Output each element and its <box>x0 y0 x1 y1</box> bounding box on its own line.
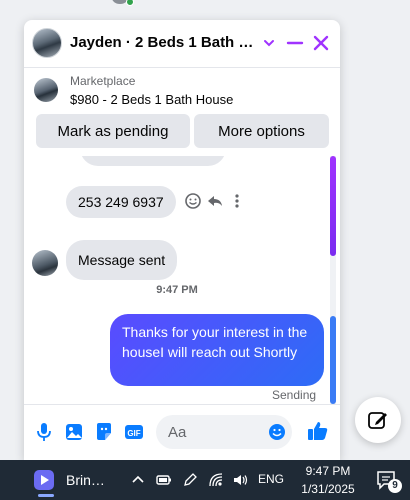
marketplace-label: Marketplace <box>70 74 136 88</box>
message-actions <box>184 192 254 212</box>
input-language[interactable]: ENG <box>258 472 284 486</box>
new-message-button[interactable] <box>355 397 401 443</box>
online-status-dot <box>126 0 134 6</box>
close-icon[interactable] <box>312 34 330 52</box>
message-text: Message sent <box>78 252 166 268</box>
pen-icon[interactable] <box>182 472 198 488</box>
sticker-icon[interactable] <box>94 421 114 443</box>
chevron-down-icon[interactable] <box>262 36 276 50</box>
gif-icon[interactable]: GIF <box>124 421 144 443</box>
listing-thumbnail[interactable] <box>34 78 58 102</box>
more-icon[interactable] <box>228 192 246 210</box>
active-app-indicator <box>38 494 54 497</box>
message-timestamp: 9:47 PM <box>156 284 198 296</box>
outgoing-message-bubble[interactable]: Thanks for your interest in the houseI w… <box>110 314 324 386</box>
message-composer: GIF <box>24 404 340 460</box>
clock-time: 9:47 PM <box>305 464 351 478</box>
minus-icon[interactable] <box>286 34 304 52</box>
app-name: Brin… <box>66 472 105 488</box>
scrollbar-track-highlight <box>330 316 336 404</box>
chevron-up-icon[interactable] <box>130 472 146 488</box>
message-bubble[interactable]: 253 249 6937 <box>66 186 176 218</box>
clock-date: 1/31/2025 <box>301 482 355 496</box>
chat-header[interactable]: Jayden · 2 Beds 1 Bath Ho… <box>24 20 340 68</box>
chat-avatar[interactable] <box>32 28 62 58</box>
app-icon <box>34 470 54 490</box>
message-list[interactable]: 253 249 6937 Message sent 9:47 PM Thanks… <box>24 156 340 404</box>
delivery-status: Sending <box>272 388 317 402</box>
message-text: 253 249 6937 <box>78 194 164 210</box>
clock[interactable]: 9:47 PM 1/31/2025 <box>296 462 360 498</box>
battery-icon[interactable] <box>156 472 172 488</box>
taskbar: Brin… ENG 9:47 PM 1/31/2025 9 <box>0 460 410 500</box>
message-bubble[interactable]: Message sent <box>66 240 178 280</box>
mark-as-pending-button[interactable]: Mark as pending <box>36 114 190 148</box>
smile-icon[interactable] <box>184 192 202 210</box>
scrollbar-thumb[interactable] <box>330 156 336 256</box>
reply-icon[interactable] <box>206 192 224 210</box>
volume-icon[interactable] <box>232 472 248 488</box>
image-icon[interactable] <box>64 421 84 443</box>
marketplace-listing[interactable]: Marketplace $980 - 2 Beds 1 Bath House <box>24 68 340 116</box>
sender-avatar[interactable] <box>32 250 58 276</box>
microphone-icon[interactable] <box>34 421 54 443</box>
chat-title[interactable]: Jayden · 2 Beds 1 Bath Ho… <box>70 34 256 51</box>
message-text: Thanks for your interest in the houseI w… <box>122 324 308 360</box>
taskbar-app[interactable]: Brin… <box>32 468 112 497</box>
listing-actions: Mark as pending More options <box>24 112 340 152</box>
listing-title[interactable]: $980 - 2 Beds 1 Bath House <box>70 92 233 107</box>
notification-badge: 9 <box>388 479 402 493</box>
more-options-button[interactable]: More options <box>194 114 329 148</box>
previous-message-bubble[interactable] <box>80 156 226 166</box>
thumbs-up-icon[interactable] <box>306 419 330 443</box>
scrollbar[interactable] <box>330 156 336 404</box>
emoji-icon[interactable] <box>268 423 286 441</box>
svg-text:GIF: GIF <box>127 429 140 438</box>
chat-window: Jayden · 2 Beds 1 Bath Ho… Marketplace $… <box>24 20 340 460</box>
background-window-strip <box>0 0 410 20</box>
compose-icon <box>368 412 387 429</box>
wifi-icon[interactable] <box>208 472 224 488</box>
